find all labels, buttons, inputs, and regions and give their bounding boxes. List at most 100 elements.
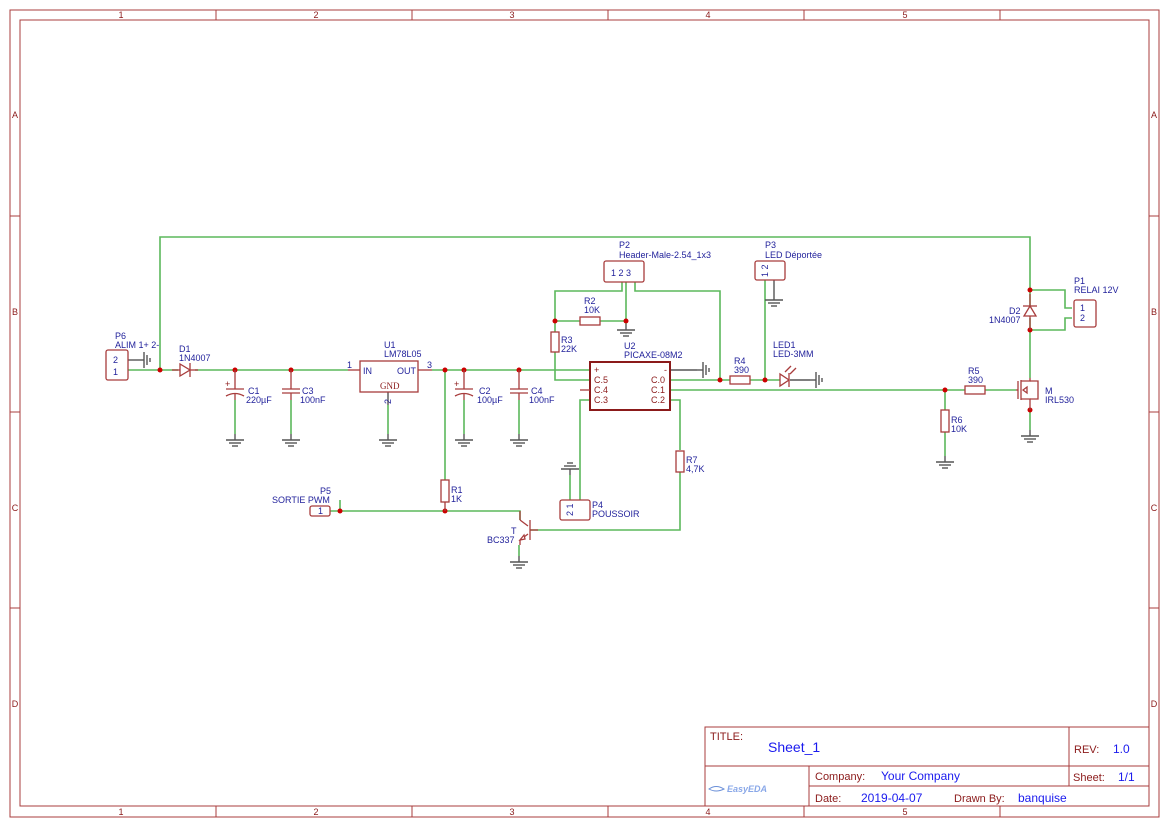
diode-d1[interactable]: D1 1N4007: [172, 344, 211, 378]
svg-text:OUT: OUT: [397, 366, 417, 376]
col-label: 5: [902, 10, 907, 20]
connector-p4[interactable]: 2 1 P4 POUSSOIR: [559, 499, 640, 521]
svg-text:2: 2: [1080, 313, 1085, 323]
transistor-t[interactable]: T BC337: [487, 511, 538, 545]
svg-text:1 2: 1 2: [760, 264, 770, 277]
microcontroller-u2[interactable]: + C.5 C.4 C.3 - C.0 C.1 C.2 U2 PICAXE-08…: [580, 341, 683, 411]
drawn-by-value: banquise: [1018, 791, 1067, 805]
svg-text:+: +: [594, 365, 599, 375]
sheet-value: 1/1: [1118, 770, 1135, 784]
svg-text:+: +: [225, 379, 230, 389]
col-label: 4: [705, 10, 710, 20]
date-value: 2019-04-07: [861, 791, 923, 805]
capacitor-c2[interactable]: + C2 100µF: [454, 370, 503, 405]
svg-text:100nF: 100nF: [300, 395, 326, 405]
svg-text:22K: 22K: [561, 344, 577, 354]
svg-text:10K: 10K: [951, 424, 967, 434]
svg-text:C.0: C.0: [651, 375, 665, 385]
resistor-r2[interactable]: R2 10K: [579, 296, 601, 326]
svg-text:EasyEDA: EasyEDA: [727, 784, 767, 794]
easyeda-logo: EasyEDA: [708, 784, 767, 794]
row-label: C: [12, 503, 19, 513]
svg-text:1: 1: [1080, 303, 1085, 313]
svg-text:GND: GND: [380, 381, 400, 391]
col-label: 4: [705, 807, 710, 817]
connector-p6[interactable]: 2 1 P6 ALIM 1+ 2-: [105, 331, 159, 381]
capacitor-c4[interactable]: C4 100nF: [510, 370, 555, 405]
row-label: B: [1151, 307, 1157, 317]
row-label: B: [12, 307, 18, 317]
resistor-r3[interactable]: R3 22K: [550, 331, 577, 354]
col-label: 2: [313, 807, 318, 817]
p6-value: ALIM 1+ 2-: [115, 340, 159, 350]
svg-text:C.5: C.5: [594, 375, 608, 385]
svg-text:2: 2: [383, 399, 393, 404]
svg-text:C.2: C.2: [651, 395, 665, 405]
connector-p2[interactable]: 1 2 3 P2 Header-Male-2.54_1x3: [603, 240, 711, 283]
svg-text:4,7K: 4,7K: [686, 464, 705, 474]
svg-text:+: +: [454, 379, 459, 389]
svg-text:-: -: [664, 365, 667, 375]
capacitor-c3[interactable]: C3 100nF: [282, 370, 326, 405]
svg-text:390: 390: [968, 375, 983, 385]
svg-text:1 2 3: 1 2 3: [611, 268, 631, 278]
diode-d2[interactable]: D2 1N4007: [989, 294, 1038, 330]
svg-text:LED Déportée: LED Déportée: [765, 250, 822, 260]
resistor-r6[interactable]: R6 10K: [940, 409, 967, 434]
svg-text:390: 390: [734, 365, 749, 375]
svg-text:1: 1: [113, 367, 118, 377]
svg-text:IRL530: IRL530: [1045, 395, 1074, 405]
connector-p5[interactable]: 1 P5 SORTIE PWM: [272, 486, 331, 517]
company-value: Your Company: [881, 769, 960, 783]
resistor-r7[interactable]: R7 4,7K: [675, 450, 705, 474]
svg-text:C.1: C.1: [651, 385, 665, 395]
svg-text:2: 2: [113, 355, 118, 365]
svg-text:IN: IN: [363, 366, 372, 376]
svg-text:100µF: 100µF: [477, 395, 503, 405]
row-label: C: [1151, 503, 1158, 513]
svg-text:3: 3: [427, 360, 432, 370]
connector-p3[interactable]: 1 2 P3 LED Déportée: [754, 240, 822, 281]
col-label: 1: [118, 10, 123, 20]
col-label: 5: [902, 807, 907, 817]
resistor-r4[interactable]: R4 390: [729, 356, 751, 385]
col-label: 3: [509, 10, 514, 20]
mosfet-m[interactable]: M IRL530: [1016, 378, 1074, 410]
col-label: 2: [313, 10, 318, 20]
resistor-r5[interactable]: R5 390: [964, 366, 986, 395]
company-label: Company:: [815, 771, 865, 783]
title-block: TITLE: Sheet_1 REV: 1.0 Company: Your Co…: [704, 726, 1150, 807]
svg-text:SORTIE PWM: SORTIE PWM: [272, 495, 330, 505]
svg-text:P3: P3: [765, 240, 776, 250]
svg-text:BC337: BC337: [487, 535, 515, 545]
svg-text:PICAXE-08M2: PICAXE-08M2: [624, 350, 683, 360]
row-label: A: [1151, 110, 1157, 120]
svg-text:LED-3MM: LED-3MM: [773, 349, 814, 359]
connector-p1[interactable]: 1 2 P1 RELAI 12V: [1073, 276, 1119, 328]
svg-text:C.4: C.4: [594, 385, 608, 395]
svg-text:1N4007: 1N4007: [989, 315, 1021, 325]
svg-text:2 1: 2 1: [565, 503, 575, 516]
svg-text:1: 1: [347, 360, 352, 370]
svg-text:100nF: 100nF: [529, 395, 555, 405]
svg-text:POUSSOIR: POUSSOIR: [592, 509, 640, 519]
regulator-u1[interactable]: IN OUT GND 1 3 2 U1 LM78L05: [347, 340, 432, 404]
svg-text:P2: P2: [619, 240, 630, 250]
svg-text:220µF: 220µF: [246, 395, 272, 405]
svg-text:1: 1: [318, 506, 323, 516]
resistor-r1[interactable]: R1 1K: [440, 479, 463, 511]
svg-text:RELAI 12V: RELAI 12V: [1074, 285, 1119, 295]
rev-label: REV:: [1074, 744, 1099, 756]
col-label: 1: [118, 807, 123, 817]
svg-text:1N4007: 1N4007: [179, 353, 211, 363]
col-label: 3: [509, 807, 514, 817]
drawn-by-label: Drawn By:: [954, 793, 1005, 805]
title-label: TITLE:: [710, 731, 743, 743]
schematic-canvas[interactable]: 1 2 3 4 5 1 2 3 4 5 A B C D A B C D 2 1 …: [0, 0, 1169, 827]
drawing-frame: 1 2 3 4 5 1 2 3 4 5 A B C D A B C D: [9, 9, 1160, 818]
row-label: A: [12, 110, 18, 120]
svg-text:10K: 10K: [584, 305, 600, 315]
svg-text:Header-Male-2.54_1x3: Header-Male-2.54_1x3: [619, 250, 711, 260]
capacitor-c1[interactable]: + C1 220µF: [225, 370, 272, 405]
row-label: D: [1151, 699, 1158, 709]
